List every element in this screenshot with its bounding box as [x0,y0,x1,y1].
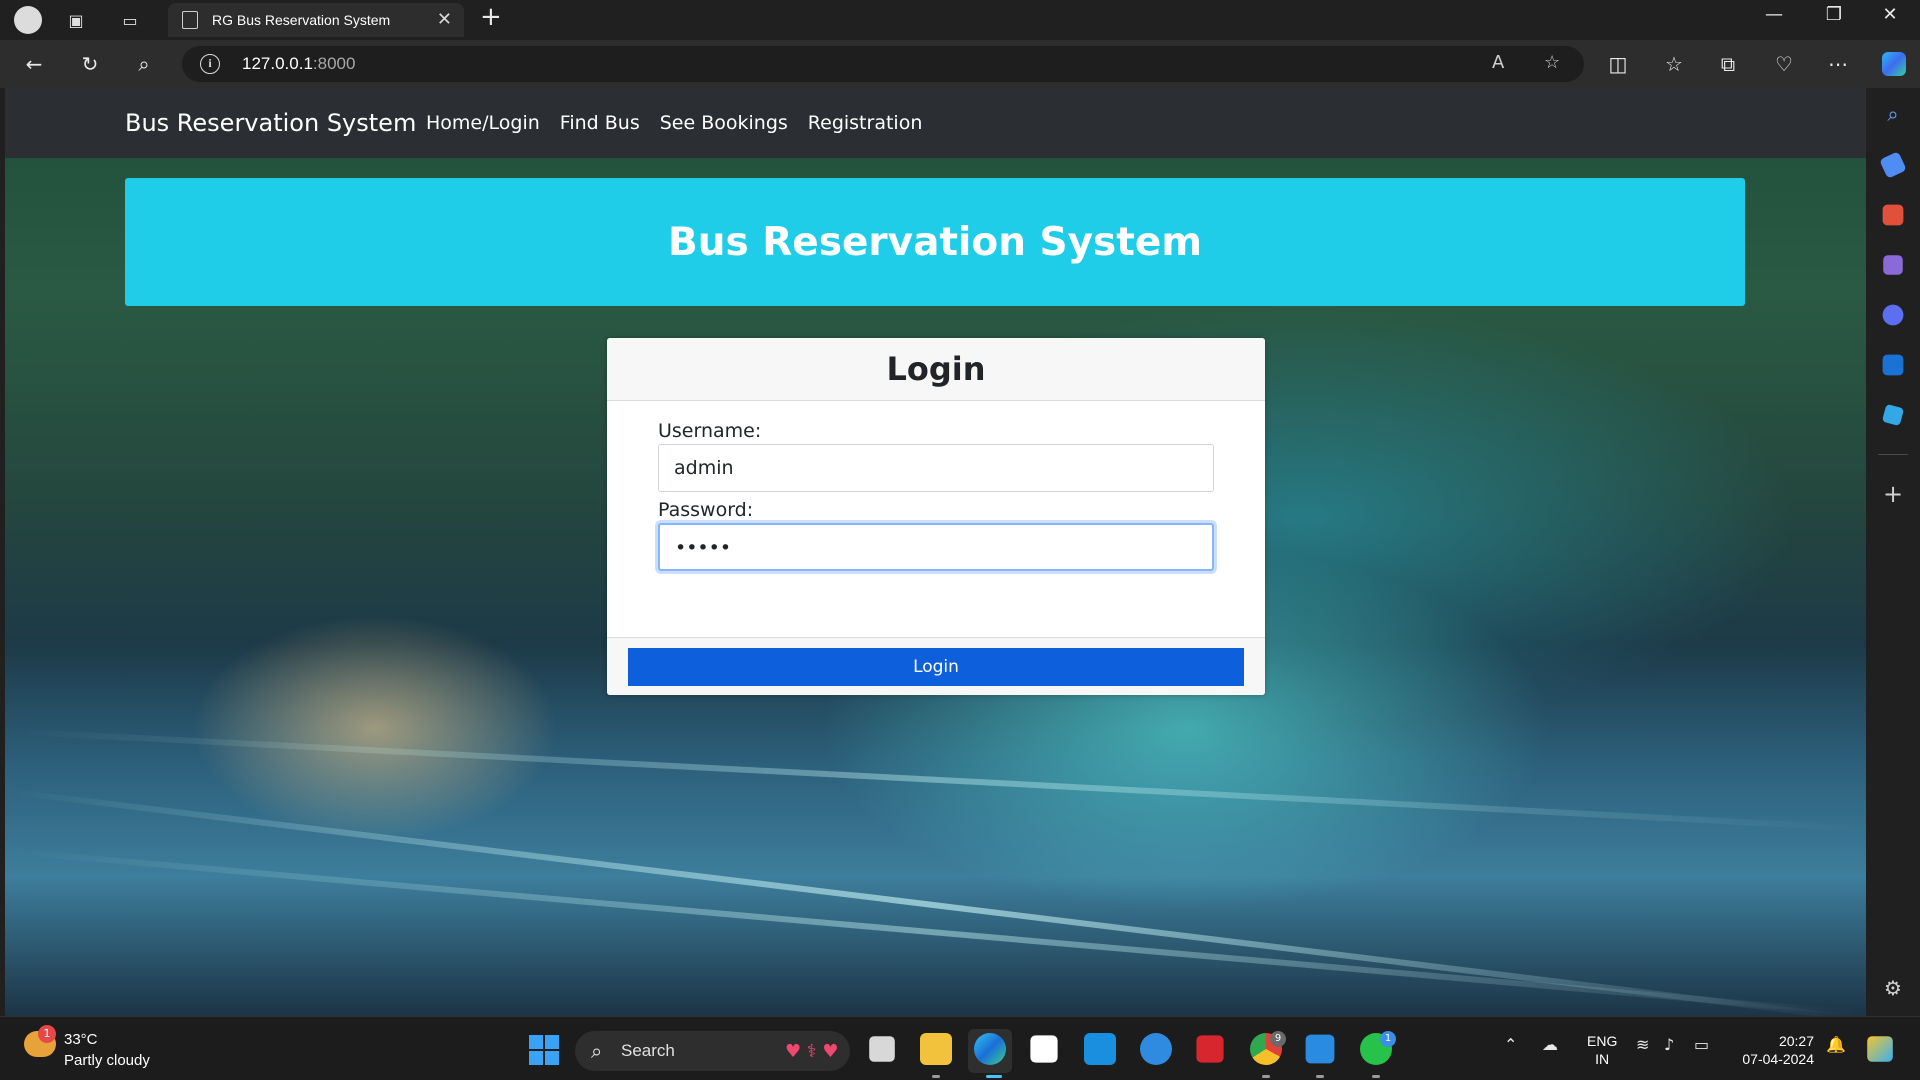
background-light-streak [5,728,1864,832]
nav-link-home-login[interactable]: Home/Login [426,112,540,134]
region-code: IN [1595,1051,1610,1067]
clock-date: 07-04-2024 [1742,1051,1814,1067]
microsoft-365-icon[interactable] [1882,304,1904,326]
split-screen-icon[interactable]: ◫ [1604,50,1632,78]
site-nav-links: Home/Login Find Bus See Bookings Registr… [426,112,922,134]
workspaces-icon[interactable]: ▣ [62,6,90,34]
weather-badge: 1 [38,1025,56,1043]
system-clock[interactable]: 20:27 07-04-2024 [1738,1032,1814,1068]
back-icon[interactable]: ← [20,50,48,78]
read-aloud-icon[interactable]: A [1492,52,1504,73]
login-card: Login Username: admin Password: ••••• Lo… [607,338,1265,695]
vscode-icon[interactable] [1305,1034,1335,1064]
refresh-icon[interactable]: ↻ [76,50,104,78]
close-window-icon[interactable]: ✕ [1870,4,1910,25]
background-light-streak [5,788,1853,1016]
whatsapp-badge: 1 [1380,1031,1396,1047]
page-icon [182,11,198,29]
myhp-icon[interactable] [1084,1033,1116,1065]
add-sidebar-app-icon[interactable]: + [1880,480,1906,508]
copilot-icon[interactable] [1880,50,1908,78]
onedrive-icon[interactable]: ☁ [1542,1035,1558,1054]
web-page: Bus Reservation System Home/Login Find B… [5,88,1866,1016]
language-indicator[interactable]: ENG IN [1587,1032,1617,1068]
collections-icon[interactable]: ⧉ [1714,50,1742,78]
login-button[interactable]: Login [628,648,1244,686]
more-options-icon[interactable]: ⋯ [1824,50,1852,78]
active-indicator [986,1075,1002,1078]
copilot-taskbar-icon[interactable] [1867,1036,1893,1062]
taskbar-search-label: Search [621,1041,675,1060]
background-light-streak [5,848,1860,1016]
url-port: :8000 [312,54,356,73]
microsoft-store-icon[interactable] [1030,1035,1058,1063]
running-indicator [932,1075,940,1078]
site-info-icon[interactable]: i [200,54,220,74]
address-bar[interactable]: i 127.0.0.1:8000 A ☆ [182,46,1584,82]
edge-sidebar: ⌕ + ⚙ [1866,88,1920,1016]
minimize-icon[interactable]: — [1754,4,1794,25]
sidebar-search-icon[interactable]: ⌕ [1880,102,1906,128]
username-input[interactable]: admin [658,444,1214,492]
games-icon[interactable] [1883,255,1903,275]
profile-icon[interactable] [14,6,42,34]
tools-icon[interactable] [1882,204,1904,226]
show-hidden-icons-icon[interactable]: ⌃ [1504,1035,1517,1054]
clock-time: 20:27 [1778,1033,1814,1049]
login-title: Login [886,350,986,388]
search-icon: ⌕ [591,1039,603,1063]
language-code: ENG [1587,1033,1618,1049]
password-label: Password: [658,499,754,521]
nav-link-see-bookings[interactable]: See Bookings [660,112,788,134]
login-card-footer: Login [607,637,1265,695]
url-host: 127.0.0.1 [242,54,313,73]
site-navbar: Bus Reservation System Home/Login Find B… [5,88,1866,158]
browser-tab-strip: ▣ ▭ RG Bus Reservation System ✕ + — ❐ ✕ [0,0,1920,40]
sidebar-divider [1878,454,1908,455]
taskbar: 1 33°C Partly cloudy ⌕ Search ♥ ⚕ ♥ 9 1 … [0,1016,1920,1080]
weather-description: Partly cloudy [64,1052,150,1069]
password-input[interactable]: ••••• [658,523,1214,571]
notifications-icon[interactable]: 🔔 [1826,1035,1846,1054]
battery-icon[interactable]: ▭ [1694,1035,1709,1054]
chrome-badge: 9 [1270,1031,1286,1047]
login-card-header: Login [607,338,1265,401]
close-tab-icon[interactable]: ✕ [437,9,452,30]
new-tab-icon[interactable]: + [480,2,502,32]
task-view-icon[interactable] [869,1036,895,1062]
hero-banner: Bus Reservation System [125,178,1745,306]
restore-icon[interactable]: ❐ [1814,4,1854,25]
nav-link-registration[interactable]: Registration [808,112,923,134]
file-explorer-icon[interactable] [920,1033,952,1065]
running-indicator [1262,1075,1270,1078]
edge-browser-icon[interactable] [974,1033,1006,1065]
browser-tab[interactable]: RG Bus Reservation System ✕ [168,3,464,37]
volume-icon[interactable]: ♪ [1664,1035,1674,1054]
outlook-icon[interactable] [1882,354,1904,376]
tab-actions-icon[interactable]: ▭ [116,6,144,34]
weather-temperature: 33°C [64,1031,98,1048]
browser-toolbar: ← ↻ ⌕ i 127.0.0.1:8000 A ☆ ◫ ☆ ⧉ ♡ ⋯ [0,40,1920,88]
browser-essentials-icon[interactable]: ♡ [1770,50,1798,78]
start-icon[interactable] [529,1035,559,1065]
site-brand[interactable]: Bus Reservation System [125,109,416,137]
mcafee-icon[interactable] [1196,1035,1224,1063]
favorites-icon[interactable]: ☆ [1660,50,1688,78]
help-icon[interactable] [1140,1033,1172,1065]
url-text[interactable]: 127.0.0.1:8000 [242,54,355,74]
search-highlight-icon: ♥ ⚕ ♥ [785,1041,839,1062]
shopping-tag-icon[interactable] [1879,151,1907,179]
wifi-icon[interactable]: ≋ [1636,1035,1649,1054]
favorite-star-icon[interactable]: ☆ [1544,52,1560,73]
username-label: Username: [658,420,762,442]
sidebar-settings-icon[interactable]: ⚙ [1880,976,1906,1000]
search-icon[interactable]: ⌕ [130,50,158,78]
running-indicator [1316,1075,1324,1078]
send-icon[interactable] [1881,403,1905,427]
running-indicator [1372,1075,1380,1078]
nav-link-find-bus[interactable]: Find Bus [560,112,640,134]
taskbar-search[interactable]: ⌕ Search ♥ ⚕ ♥ [575,1031,850,1071]
tab-title: RG Bus Reservation System [212,12,391,28]
hero-title: Bus Reservation System [667,219,1202,265]
